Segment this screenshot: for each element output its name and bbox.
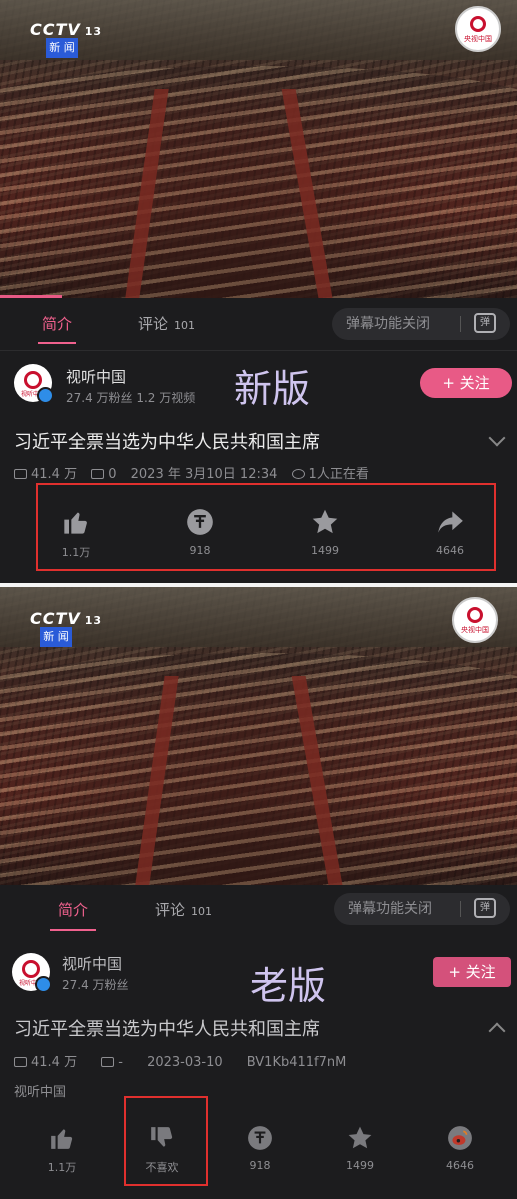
chevron-down-icon[interactable] <box>488 429 506 447</box>
highlight-box-actions <box>36 483 496 571</box>
video-title: 习近平全票当选为中华人民共和国主席 <box>14 432 320 453</box>
old-version-panel: CCTV 13 新 闻 央视中国 简介 评论 101 弹幕功能关闭 弹 视听中国 视… <box>0 587 517 1199</box>
tab-intro[interactable]: 简介 <box>58 885 88 935</box>
coin-button[interactable]: 918 <box>220 1125 300 1172</box>
version-stamp: 新版 <box>234 367 311 411</box>
watermark-logo: 央视中国 <box>455 6 501 52</box>
star-icon <box>348 1126 372 1149</box>
follow-button[interactable]: + 关注 <box>420 368 512 398</box>
viewers-icon <box>291 469 305 479</box>
chevron-up-icon[interactable] <box>488 1022 506 1040</box>
danmaku-count-icon <box>101 1057 115 1067</box>
danmaku-toggle[interactable]: 弹幕功能关闭 弹 <box>332 308 510 340</box>
video-title: 习近平全票当选为中华人民共和国主席 <box>14 1019 320 1040</box>
weibo-icon <box>448 1126 472 1150</box>
favorite-button[interactable]: 1499 <box>320 1125 400 1172</box>
tab-underline <box>50 929 96 931</box>
thumbs-up-icon <box>51 1129 73 1149</box>
channel-logo: CCTV 13 <box>30 20 103 39</box>
uploader-name[interactable]: 视听中国 <box>62 953 122 974</box>
channel-logo: CCTV 13 <box>30 609 103 628</box>
verified-badge-icon <box>37 387 54 404</box>
danmaku-count-icon <box>91 469 105 479</box>
news-tag: 新 闻 <box>40 627 72 647</box>
tab-bar: 简介 评论 101 弹幕功能关闭 弹 <box>0 298 517 351</box>
video-meta: 41.4 万 0 2023 年 3月10日 12:34 1人正在看 <box>14 463 369 482</box>
version-stamp: 老版 <box>250 964 327 1008</box>
danmaku-toggle[interactable]: 弹幕功能关闭 弹 <box>334 893 510 925</box>
play-count-icon <box>14 1057 27 1067</box>
uploader-stats: 27.4 万粉丝 1.2 万视频 <box>66 391 196 405</box>
verified-badge-icon <box>35 976 52 993</box>
danmaku-icon[interactable]: 弹 <box>474 898 496 918</box>
news-tag: 新 闻 <box>46 38 78 58</box>
tab-underline <box>38 342 76 344</box>
avatar[interactable]: 视听中国 <box>14 364 54 404</box>
video-player[interactable]: CCTV 13 新 闻 央视中国 <box>0 587 517 885</box>
new-version-panel: CCTV 13 新 闻 央视中国 简介 评论 101 弹幕功能关闭 弹 视听中国 视… <box>0 0 517 583</box>
uploader-row: 视听中国 视听中国 27.4 万粉丝 1.2 万视频 新版 + 关注 <box>0 356 517 424</box>
action-bar: 1.1万 不喜欢 918 1499 4646 <box>0 1125 517 1199</box>
video-meta: 41.4 万 - 2023-03-10 BV1Kb411f7nM <box>14 1051 346 1070</box>
tab-comments[interactable]: 评论 101 <box>155 885 212 935</box>
weibo-share-button[interactable]: 4646 <box>420 1125 500 1172</box>
tab-comments[interactable]: 评论 101 <box>138 298 195 350</box>
play-count-icon <box>14 469 27 479</box>
avatar[interactable]: 视听中国 <box>12 953 52 993</box>
like-button[interactable]: 1.1万 <box>22 1125 102 1175</box>
uploader-name[interactable]: 视听中国 <box>66 366 126 387</box>
uploader-line: 视听中国 <box>14 1085 67 1100</box>
uploader-stats: 27.4 万粉丝 <box>62 978 129 992</box>
watermark-logo: 央视中国 <box>452 597 498 643</box>
coin-icon <box>248 1126 272 1150</box>
highlight-box-dislike <box>124 1096 208 1186</box>
tab-bar: 简介 评论 101 弹幕功能关闭 弹 <box>0 885 517 935</box>
video-player[interactable]: CCTV 13 新 闻 央视中国 <box>0 0 517 298</box>
follow-button[interactable]: + 关注 <box>433 957 511 987</box>
danmaku-icon[interactable]: 弹 <box>474 313 496 333</box>
uploader-row: 视听中国 视听中国 27.4 万粉丝 老版 + 关注 <box>0 943 517 1011</box>
